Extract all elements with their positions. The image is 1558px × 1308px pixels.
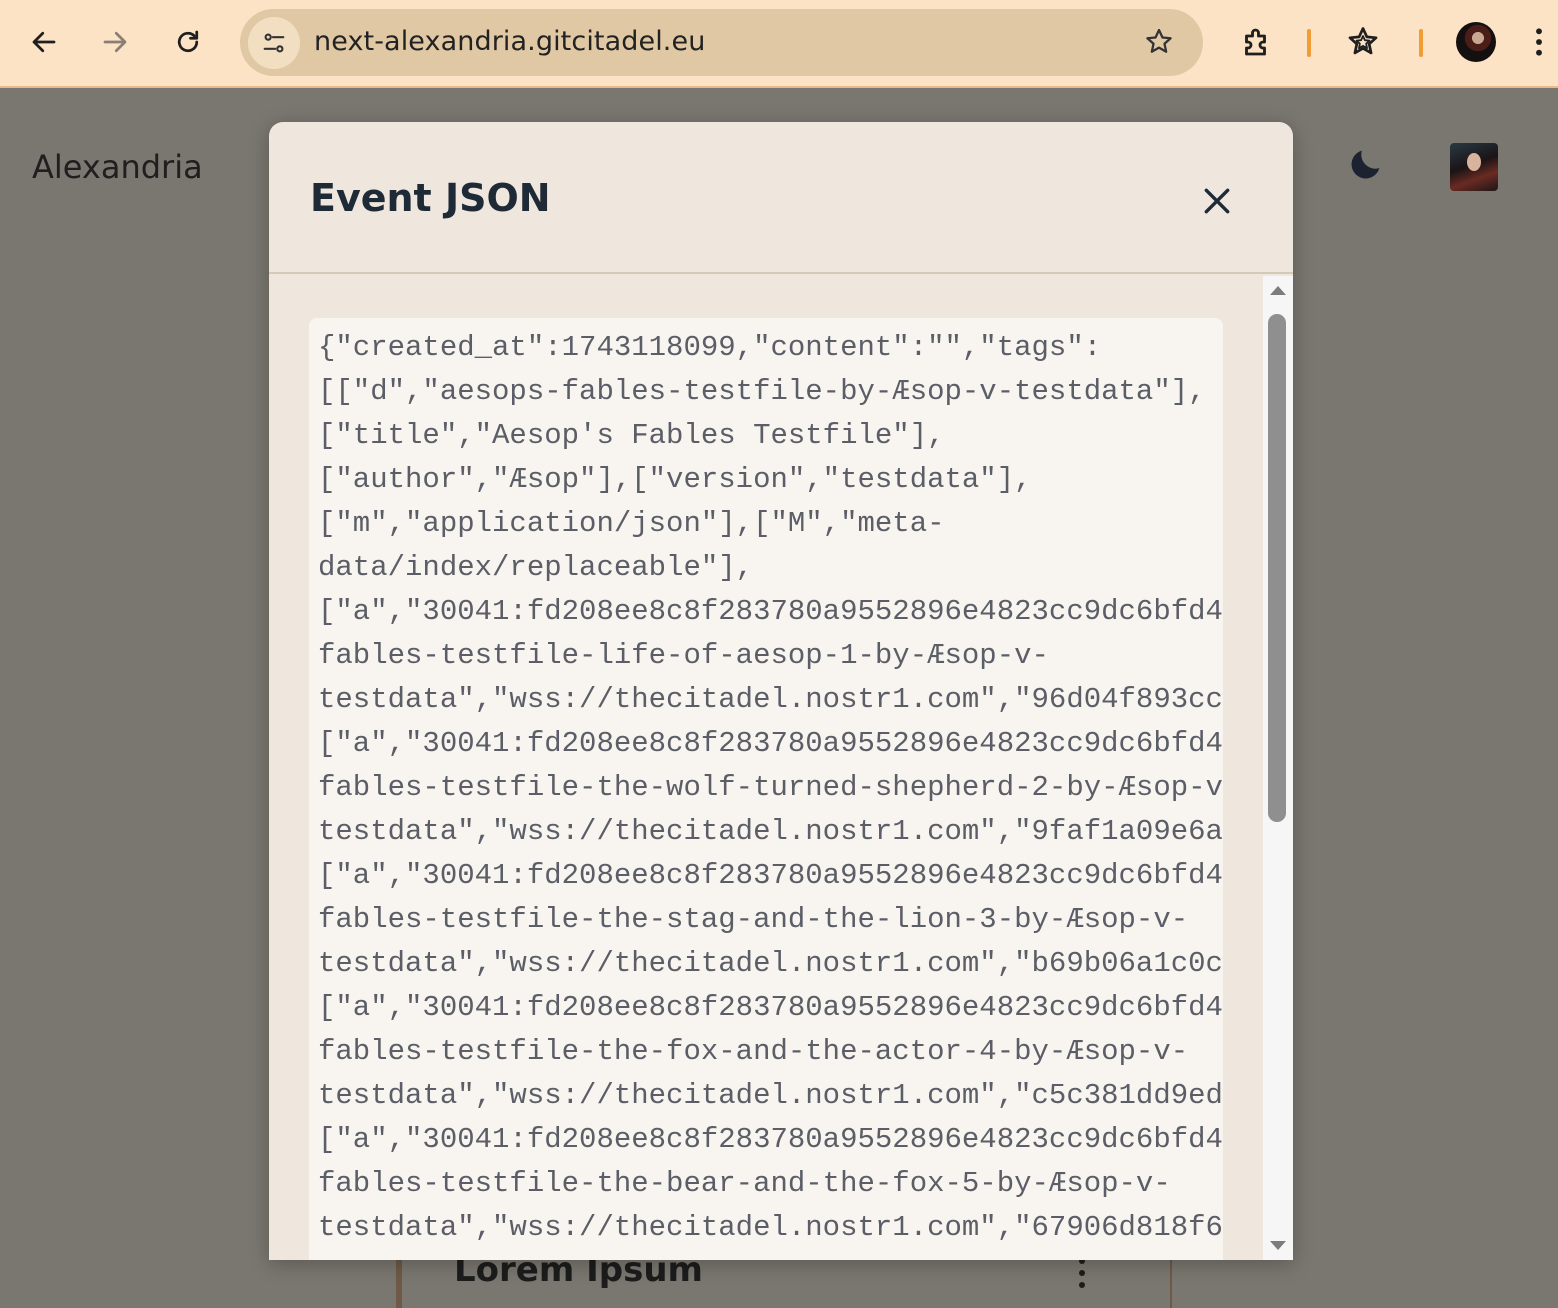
json-line: fables-testfile-life-of-aesop-1-by-Æsop-…: [318, 639, 1049, 672]
json-line: ["author","Æsop"],["version","testdata"]…: [318, 463, 1032, 496]
close-button[interactable]: [1194, 178, 1240, 224]
profile-avatar[interactable]: [1456, 22, 1496, 62]
forward-arrow-icon: [103, 31, 127, 53]
browser-toolbar: next-alexandria.gitcitadel.eu: [0, 0, 1558, 88]
more-menu-icon: [1536, 28, 1542, 56]
json-line: ["a","30041:fd208ee8c8f283780a9552896e48…: [318, 1123, 1223, 1156]
extensions-icon: [1245, 28, 1266, 56]
json-line: ["a","30041:fd208ee8c8f283780a9552896e48…: [318, 859, 1223, 892]
back-arrow-icon: [32, 31, 56, 53]
json-line: [["d","aesops-fables-testfile-by-Æsop-v-…: [318, 375, 1206, 408]
bookmark-star-button[interactable]: [1143, 26, 1175, 62]
json-line: ["a","30041:fd208ee8c8f283780a9552896e48…: [318, 595, 1223, 628]
site-info-icon: [263, 33, 285, 53]
address-bar[interactable]: next-alexandria.gitcitadel.eu: [240, 9, 1203, 76]
json-line: {"created_at":1743118099,"content":"","t…: [318, 331, 1102, 364]
json-code-block: {"created_at":1743118099,"content":"","t…: [309, 318, 1223, 1260]
theme-toggle-button[interactable]: [1346, 144, 1386, 188]
scroll-up-arrow-icon[interactable]: [1270, 286, 1286, 295]
site-info-button[interactable]: [248, 17, 300, 69]
json-line: testdata","wss://thecitadel.nostr1.com",…: [318, 683, 1223, 716]
site-brand[interactable]: Alexandria: [32, 148, 203, 186]
reading-list-button[interactable]: [1341, 20, 1385, 64]
json-line: testdata","wss://thecitadel.nostr1.com",…: [318, 1211, 1223, 1244]
json-line: ["a","30041:fd208ee8c8f283780a9552896e48…: [318, 727, 1223, 760]
json-line: ["m","application/json"],["M","meta-: [318, 507, 945, 540]
back-button[interactable]: [22, 20, 66, 64]
json-line: data/index/replaceable"],: [318, 551, 754, 584]
card-menu-icon[interactable]: [1072, 1258, 1092, 1292]
json-line: fables-testfile-the-fox-and-the-actor-4-…: [318, 1035, 1189, 1068]
scrollbar-thumb[interactable]: [1268, 314, 1286, 822]
user-avatar[interactable]: [1450, 143, 1498, 191]
event-json-modal: Event JSON {"created_at":1743118099,"con…: [269, 122, 1293, 1260]
url-text[interactable]: next-alexandria.gitcitadel.eu: [314, 26, 705, 57]
extensions-button[interactable]: [1235, 20, 1279, 64]
modal-scrollbar[interactable]: [1263, 276, 1293, 1260]
json-content: {"created_at":1743118099,"content":"","t…: [318, 326, 1223, 1250]
reload-button[interactable]: [166, 20, 210, 64]
moon-icon: [1351, 150, 1380, 179]
bookmark-star-icon: [1146, 28, 1172, 53]
forward-button[interactable]: [93, 20, 137, 64]
modal-header: Event JSON: [269, 122, 1293, 274]
scroll-down-arrow-icon[interactable]: [1270, 1241, 1286, 1250]
modal-body[interactable]: {"created_at":1743118099,"content":"","t…: [269, 276, 1263, 1260]
json-line: fables-testfile-the-bear-and-the-fox-5-b…: [318, 1167, 1171, 1200]
toolbar-separator: [1307, 29, 1311, 57]
json-line: testdata","wss://thecitadel.nostr1.com",…: [318, 947, 1223, 980]
json-line: fables-testfile-the-wolf-turned-shepherd…: [318, 771, 1223, 804]
modal-title: Event JSON: [310, 176, 551, 220]
json-line: ["a","30041:fd208ee8c8f283780a9552896e48…: [318, 991, 1223, 1024]
more-menu-button[interactable]: [1524, 20, 1554, 64]
json-line: fables-testfile-the-stag-and-the-lion-3-…: [318, 903, 1189, 936]
close-icon: [1204, 188, 1230, 214]
reading-list-icon: [1348, 27, 1378, 55]
json-line: testdata","wss://thecitadel.nostr1.com",…: [318, 1079, 1223, 1112]
reload-icon: [177, 30, 199, 53]
toolbar-separator: [1419, 29, 1423, 57]
json-line: ["title","Aesop's Fables Testfile"],: [318, 419, 945, 452]
json-line: testdata","wss://thecitadel.nostr1.com",…: [318, 815, 1223, 848]
